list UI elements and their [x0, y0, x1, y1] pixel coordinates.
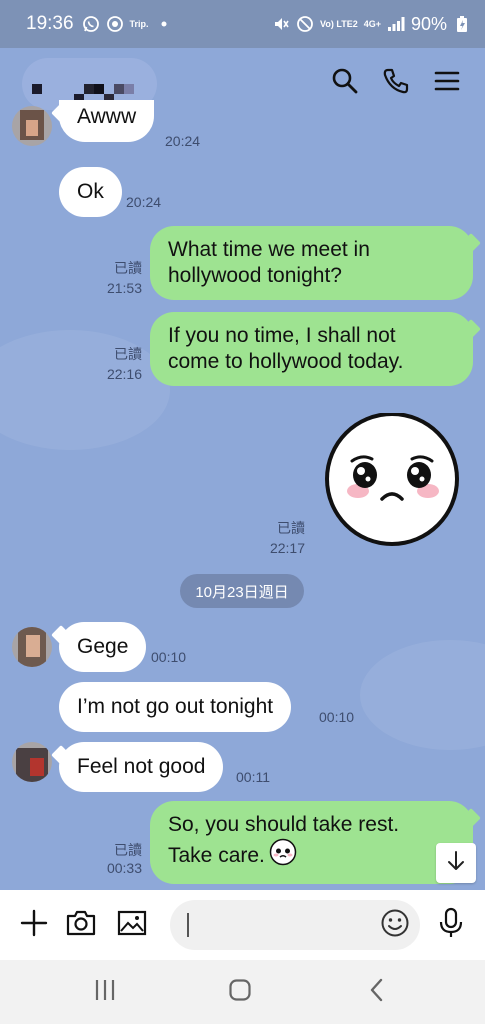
- camera-button[interactable]: [61, 905, 101, 945]
- message-bubble-incoming[interactable]: Gege: [59, 622, 147, 672]
- message-input-bar: [0, 890, 485, 960]
- status-time: 19:36: [26, 13, 74, 34]
- recent-apps-icon: [93, 979, 117, 1006]
- mute-icon: [272, 15, 290, 33]
- menu-icon: [434, 69, 460, 98]
- message-text-line: hollywood tonight?: [168, 264, 342, 287]
- message-text: Gege: [77, 635, 129, 658]
- camera-icon: [65, 909, 97, 942]
- date-separator: 10月23日週日: [180, 574, 304, 608]
- back-icon: [368, 978, 386, 1007]
- emoji-button[interactable]: [378, 908, 412, 942]
- call-button[interactable]: [379, 66, 413, 100]
- menu-button[interactable]: [430, 66, 464, 100]
- message-time: 00:10: [319, 709, 355, 725]
- message-bubble-incoming[interactable]: Awww: [59, 100, 155, 142]
- battery-percent: 90%: [410, 13, 447, 34]
- message-bubble-outgoing[interactable]: What time we meet in hollywood tonight?: [150, 226, 473, 300]
- contact-avatar[interactable]: [12, 627, 52, 667]
- emoji-icon: [380, 908, 410, 943]
- network-label: Vo) LTE2: [320, 19, 358, 29]
- notification-icons: Trip.: [82, 15, 173, 33]
- microphone-icon: [438, 907, 464, 944]
- trip-label: Trip.: [129, 19, 149, 29]
- signal-icon: [387, 15, 405, 33]
- dot-icon: [155, 15, 173, 33]
- message-text-line: If you no time, I shall not: [168, 324, 396, 347]
- message-time: 20:24: [126, 194, 162, 210]
- network-type: 4G+: [363, 19, 381, 29]
- message-bubble-incoming[interactable]: Ok: [59, 167, 122, 217]
- message-text: I’m not go out tonight: [77, 695, 274, 718]
- message-time: 00:10: [151, 649, 187, 665]
- search-button[interactable]: [328, 66, 362, 100]
- plus-icon: [20, 909, 48, 942]
- message-text: Ok: [77, 180, 104, 203]
- text-caret: [187, 913, 189, 937]
- block-icon: [296, 15, 314, 33]
- message-text-line: Take care.: [168, 843, 265, 867]
- home-icon: [228, 978, 252, 1007]
- add-button[interactable]: [14, 905, 54, 945]
- read-receipt: 已讀: [114, 842, 142, 858]
- battery-icon: [453, 15, 471, 33]
- voice-button[interactable]: [431, 905, 471, 945]
- message-bubble-incoming[interactable]: I’m not go out tonight: [59, 682, 292, 732]
- gallery-button[interactable]: [112, 905, 152, 945]
- recent-apps-button[interactable]: [80, 972, 130, 1012]
- message-time: 00:33: [106, 860, 142, 876]
- crying-face-emoji: [269, 838, 297, 873]
- scroll-to-bottom-button[interactable]: [436, 843, 476, 883]
- contact-avatar[interactable]: [12, 106, 52, 146]
- message-time: 20:24: [165, 133, 201, 149]
- message-time: 21:53: [106, 280, 142, 296]
- back-button[interactable]: [352, 972, 402, 1012]
- message-bubble-incoming[interactable]: Feel not good: [59, 742, 224, 792]
- home-button[interactable]: [215, 972, 265, 1012]
- message-bubble-outgoing[interactable]: So, you should take rest. Take care.: [150, 801, 473, 884]
- message-text-line: So, you should take rest.: [168, 813, 400, 836]
- contact-avatar[interactable]: [12, 742, 52, 782]
- image-icon: [117, 909, 147, 942]
- read-receipt: 已讀: [114, 260, 142, 276]
- message-text: Awww: [77, 105, 137, 128]
- system-navigation-bar: [0, 960, 485, 1024]
- message-time: 22:17: [269, 540, 305, 556]
- message-list[interactable]: Awww 20:24 Ok 20:24 已讀 21:53 What time w…: [0, 100, 485, 890]
- whatsapp-icon: [82, 15, 100, 33]
- read-receipt: 已讀: [114, 346, 142, 362]
- message-time: 22:16: [106, 366, 142, 382]
- read-receipt: 已讀: [277, 520, 305, 536]
- crying-face-sticker[interactable]: [322, 412, 464, 549]
- arrow-down-icon: [445, 850, 467, 877]
- message-time: 00:11: [236, 769, 270, 785]
- message-text-line: What time we meet in: [168, 238, 370, 261]
- message-text: Feel not good: [77, 755, 206, 778]
- message-text-line: come to hollywood today.: [168, 350, 404, 373]
- message-bubble-outgoing[interactable]: If you no time, I shall not come to holl…: [150, 312, 473, 386]
- system-status-icons: Vo) LTE2 4G+ 90%: [272, 14, 471, 35]
- search-icon: [331, 67, 359, 100]
- browser-icon: [106, 15, 124, 33]
- phone-icon: [382, 67, 410, 100]
- status-bar: 19:36 Trip. Vo) LTE2 4G+ 90%: [0, 0, 485, 48]
